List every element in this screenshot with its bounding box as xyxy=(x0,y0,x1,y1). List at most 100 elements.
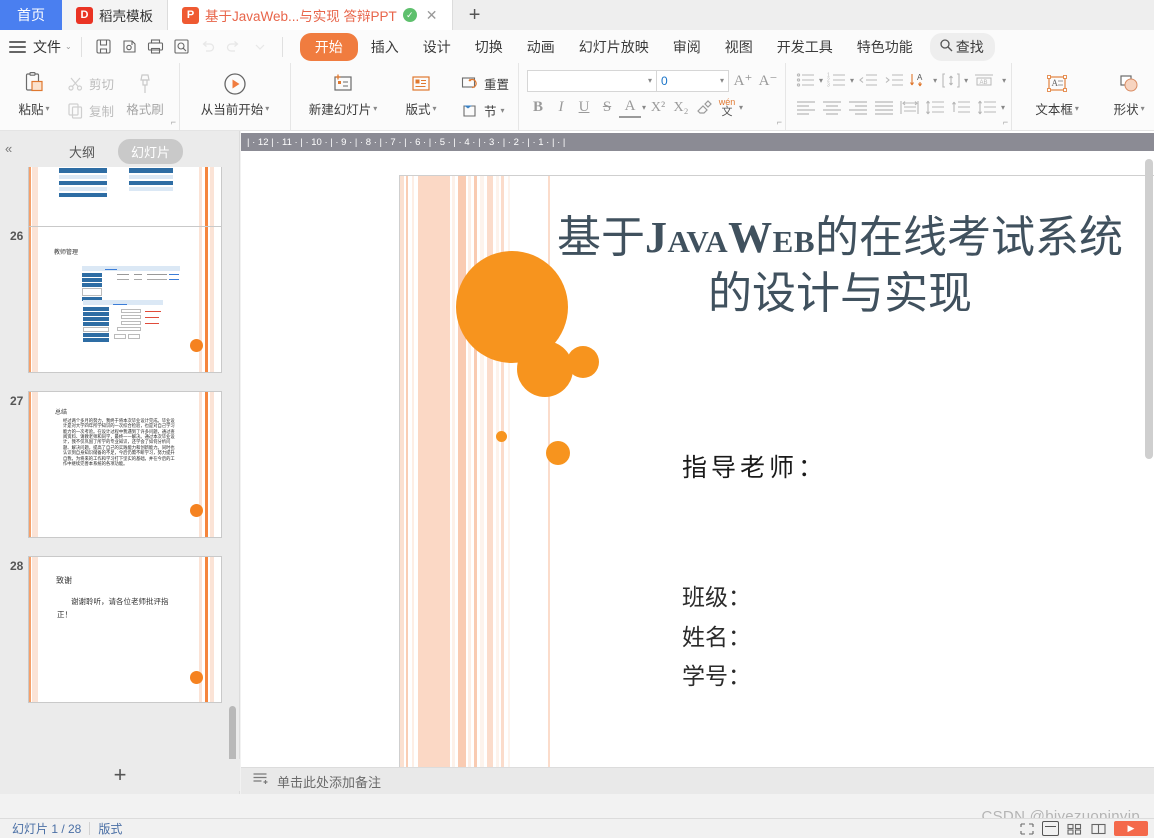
textbox-button[interactable]: A 文本框 ▾ xyxy=(1021,67,1093,118)
chevron-down-icon[interactable]: ▾ xyxy=(642,103,646,112)
tab-presentation-document[interactable]: P 基于JavaWeb...与实现 答辩PPT ✓ ✕ xyxy=(168,0,453,30)
tab-features[interactable]: 特色功能 xyxy=(846,33,924,61)
notes-pane[interactable]: 单击此处添加备注 xyxy=(241,767,1154,794)
fit-to-window-icon[interactable] xyxy=(1018,821,1035,836)
pinyin-icon[interactable]: wén 文 xyxy=(716,96,738,119)
tab-outline[interactable]: 大纲 xyxy=(56,139,108,164)
chevron-down-icon[interactable]: ▾ xyxy=(933,76,937,85)
chevron-down-icon[interactable]: ▾ xyxy=(850,76,854,85)
horizontal-ruler[interactable]: | · 12 | · 11 · | · 10 · | · 9 · | · 8 ·… xyxy=(241,133,1154,151)
list-item[interactable]: 27 总结 经过两个多月的努力，我终于将本次毕业设计完成。毕业设计是对大学四年所… xyxy=(0,389,240,554)
chevron-double-left-icon[interactable]: « xyxy=(5,141,12,156)
tab-design[interactable]: 设计 xyxy=(412,33,462,61)
align-left-icon[interactable] xyxy=(793,96,818,118)
paragraph-spacing-before-icon[interactable] xyxy=(949,96,974,118)
slide-thumbnail-27[interactable]: 总结 经过两个多月的努力，我终于将本次毕业设计完成。毕业设计是对大学四年所学知识… xyxy=(28,391,222,538)
cut-button[interactable]: 剪切 xyxy=(62,71,117,96)
bullets-icon[interactable] xyxy=(793,69,818,91)
thumbnail-list[interactable]: 26 教师管理 27 总结 经过两个多月的努力，我终于将本次毕业设计完成。毕业设… xyxy=(0,167,240,759)
font-size-input[interactable]: 0 ▾ xyxy=(657,69,730,92)
list-item[interactable]: 28 致谢 谢谢聆听，请各位老师批评指正！ xyxy=(0,554,240,719)
align-center-icon[interactable] xyxy=(819,96,844,118)
increase-indent-icon[interactable] xyxy=(881,69,906,91)
status-totals[interactable]: 幻灯片 1 / 28 xyxy=(4,820,89,837)
print-preview-icon[interactable] xyxy=(169,35,195,59)
clipboard-dialog-launcher-icon[interactable]: ⌐ xyxy=(171,117,176,127)
reset-button[interactable]: 重置 xyxy=(457,71,512,96)
tab-review[interactable]: 审阅 xyxy=(662,33,712,61)
grow-font-icon[interactable]: A⁺ xyxy=(732,69,754,92)
file-menu-button[interactable]: 文件 ⌄ xyxy=(33,37,72,57)
tab-transition[interactable]: 切换 xyxy=(464,33,514,61)
align-right-icon[interactable] xyxy=(845,96,870,118)
chevron-down-icon[interactable]: ▾ xyxy=(720,76,724,85)
slide-info-fields[interactable]: 班级： 姓名： 学号： xyxy=(682,578,751,697)
close-icon[interactable]: ✕ xyxy=(426,7,438,24)
slide-thumbnail-28[interactable]: 致谢 谢谢聆听，请各位老师批评指正！ xyxy=(28,556,222,703)
line-spacing-icon[interactable] xyxy=(923,96,948,118)
status-layout[interactable]: 版式 xyxy=(90,820,130,837)
font-dialog-launcher-icon[interactable]: ⌐ xyxy=(777,117,782,127)
strikethrough-button[interactable]: S xyxy=(596,96,618,119)
bold-button[interactable]: B xyxy=(527,96,549,119)
list-item[interactable]: 26 教师管理 xyxy=(0,224,240,389)
decrease-indent-icon[interactable] xyxy=(855,69,880,91)
distribute-columns-icon[interactable] xyxy=(897,96,922,118)
shape-button[interactable]: 形状 ▾ xyxy=(1093,67,1154,118)
clear-format-icon[interactable] xyxy=(693,96,715,119)
list-item[interactable] xyxy=(0,167,240,259)
normal-view-icon[interactable] xyxy=(1042,821,1059,836)
superscript-button[interactable]: X² xyxy=(647,96,669,119)
shrink-font-icon[interactable]: A⁻ xyxy=(757,69,779,92)
convert-smartart-icon[interactable]: AB xyxy=(969,69,1001,91)
slide-sorter-view-icon[interactable] xyxy=(1066,821,1083,836)
quick-access-more-icon[interactable] xyxy=(247,35,273,59)
format-brush-button[interactable]: 格式刷 xyxy=(117,67,173,118)
find-button[interactable]: 查找 xyxy=(929,32,995,61)
chevron-down-icon[interactable]: ▾ xyxy=(1001,103,1005,112)
editor-vertical-scrollbar[interactable] xyxy=(1145,159,1153,459)
tab-view[interactable]: 视图 xyxy=(714,33,764,61)
save-icon[interactable] xyxy=(91,35,117,59)
section-button[interactable]: 节 ▾ xyxy=(457,98,512,123)
tab-insert[interactable]: 插入 xyxy=(360,33,410,61)
font-color-button[interactable]: A xyxy=(619,98,642,118)
slide-teacher-field[interactable]: 指导老师： xyxy=(682,448,827,484)
new-tab-button[interactable]: + xyxy=(452,0,497,30)
underline-button[interactable]: U xyxy=(573,96,595,119)
tab-animation[interactable]: 动画 xyxy=(516,33,566,61)
save-as-icon[interactable] xyxy=(117,35,143,59)
reading-view-icon[interactable] xyxy=(1090,821,1107,836)
numbering-icon[interactable]: 1 2 3 xyxy=(824,69,849,91)
subscript-button[interactable]: X₂ xyxy=(670,96,692,119)
copy-button[interactable]: 复制 xyxy=(62,98,117,123)
font-name-input[interactable]: ▾ xyxy=(527,69,658,92)
slide-title[interactable]: 基于JavaWeb的在线考试系统 的设计与实现 xyxy=(540,210,1140,322)
tab-slideshow[interactable]: 幻灯片放映 xyxy=(568,33,660,61)
play-from-current-button[interactable]: 从当前开始 ▾ xyxy=(193,67,277,118)
redo-icon[interactable] xyxy=(221,35,247,59)
layout-button[interactable]: 版式 ▾ xyxy=(385,67,457,118)
paragraph-spacing-icon[interactable] xyxy=(975,96,1000,118)
align-text-icon[interactable] xyxy=(938,69,963,91)
chevron-down-icon[interactable]: ▾ xyxy=(964,76,968,85)
print-icon[interactable] xyxy=(143,35,169,59)
start-slideshow-button[interactable]: ▶ xyxy=(1114,821,1148,836)
chevron-down-icon[interactable]: ▾ xyxy=(739,103,743,112)
italic-button[interactable]: I xyxy=(550,96,572,119)
add-slide-button[interactable]: + xyxy=(0,759,240,791)
tab-slides[interactable]: 幻灯片 xyxy=(118,138,184,164)
chevron-down-icon[interactable]: ▾ xyxy=(819,76,823,85)
menu-hamburger-icon[interactable] xyxy=(9,38,26,56)
chevron-down-icon[interactable]: ▾ xyxy=(1002,76,1006,85)
justify-icon[interactable] xyxy=(871,96,896,118)
tab-docer-template[interactable]: D 稻壳模板 xyxy=(62,0,168,30)
text-direction-icon[interactable]: A xyxy=(907,69,932,91)
tab-developer[interactable]: 开发工具 xyxy=(766,33,844,61)
paste-button[interactable]: 粘贴 ▾ xyxy=(6,67,62,118)
tab-home[interactable]: 首页 xyxy=(0,0,62,30)
slide-thumbnail-26[interactable]: 教师管理 xyxy=(28,226,222,373)
tab-start[interactable]: 开始 xyxy=(299,32,358,61)
paragraph-dialog-launcher-icon[interactable]: ⌐ xyxy=(1003,117,1008,127)
undo-icon[interactable] xyxy=(195,35,221,59)
